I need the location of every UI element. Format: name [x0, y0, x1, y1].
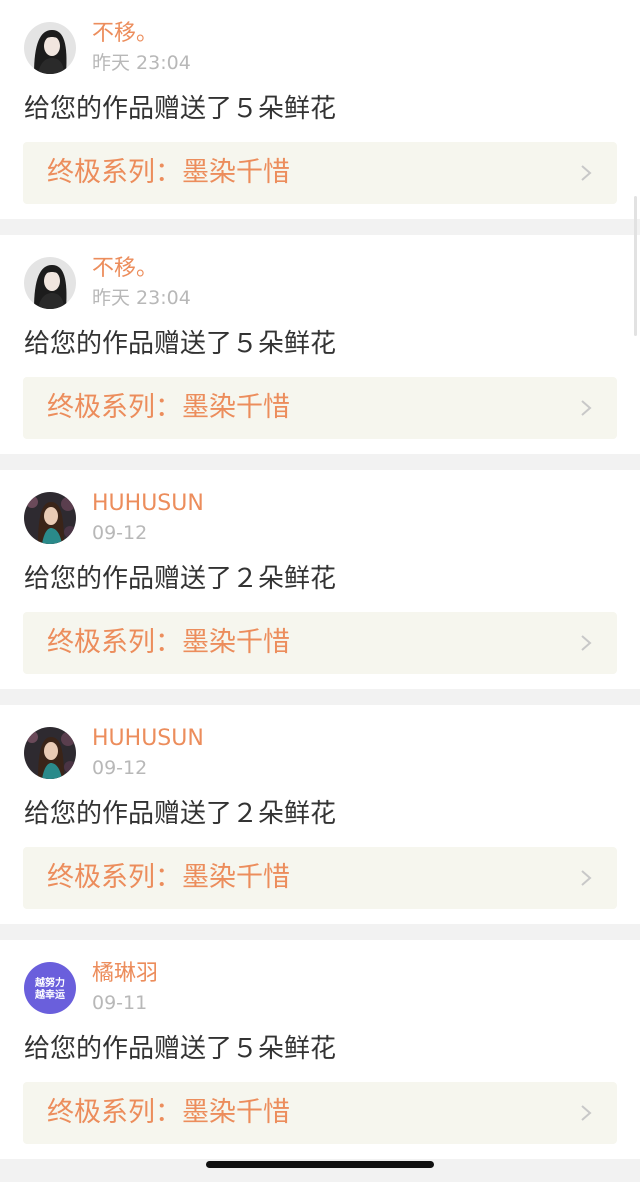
timestamp: 09-12 — [92, 522, 148, 544]
gift-message: 给您的作品赠送了５朵鲜花 — [24, 94, 337, 124]
work-link[interactable]: 终极系列：墨染千惜 — [23, 847, 617, 909]
svg-text:越幸运: 越幸运 — [34, 988, 65, 1001]
username[interactable]: HUHUSUN — [92, 725, 204, 753]
avatar[interactable] — [24, 727, 76, 779]
home-indicator[interactable] — [206, 1161, 434, 1168]
work-title: 终极系列：墨染千惜 — [47, 392, 290, 423]
work-link[interactable]: 终极系列：墨染千惜 — [23, 1082, 617, 1144]
work-title: 终极系列：墨染千惜 — [47, 1097, 290, 1128]
svg-text:越努力: 越努力 — [34, 976, 65, 989]
notification-card: 不移。 昨天 23:04 给您的作品赠送了５朵鲜花 终极系列：墨染千惜 — [0, 0, 640, 219]
notification-card: 越努力 越幸运 橘琳羽 09-11 给您的作品赠送了５朵鲜花 终极系列：墨染千惜 — [0, 940, 640, 1159]
gift-message: 给您的作品赠送了２朵鲜花 — [24, 799, 337, 829]
avatar[interactable]: 越努力 越幸运 — [24, 962, 76, 1014]
scrollbar[interactable] — [634, 196, 637, 336]
gift-message: 给您的作品赠送了５朵鲜花 — [24, 1034, 337, 1064]
work-title: 终极系列：墨染千惜 — [47, 627, 290, 658]
work-title: 终极系列：墨染千惜 — [47, 157, 290, 188]
work-link[interactable]: 终极系列：墨染千惜 — [23, 377, 617, 439]
gift-message: 给您的作品赠送了２朵鲜花 — [24, 564, 337, 594]
timestamp: 09-11 — [92, 992, 148, 1014]
work-title: 终极系列：墨染千惜 — [47, 862, 290, 893]
work-link[interactable]: 终极系列：墨染千惜 — [23, 142, 617, 204]
notification-card: HUHUSUN 09-12 给您的作品赠送了２朵鲜花 终极系列：墨染千惜 — [0, 705, 640, 924]
timestamp: 昨天 23:04 — [92, 52, 191, 74]
notification-card: 不移。 昨天 23:04 给您的作品赠送了５朵鲜花 终极系列：墨染千惜 — [0, 235, 640, 454]
chevron-right-icon — [581, 870, 592, 886]
notification-feed: 不移。 昨天 23:04 给您的作品赠送了５朵鲜花 终极系列：墨染千惜 不移。 … — [0, 0, 640, 1159]
username[interactable]: HUHUSUN — [92, 490, 204, 518]
avatar[interactable] — [24, 492, 76, 544]
chevron-right-icon — [581, 1105, 592, 1121]
avatar[interactable] — [24, 22, 76, 74]
gift-message: 给您的作品赠送了５朵鲜花 — [24, 329, 337, 359]
work-link[interactable]: 终极系列：墨染千惜 — [23, 612, 617, 674]
chevron-right-icon — [581, 400, 592, 416]
avatar[interactable] — [24, 257, 76, 309]
notification-card: HUHUSUN 09-12 给您的作品赠送了２朵鲜花 终极系列：墨染千惜 — [0, 470, 640, 689]
chevron-right-icon — [581, 635, 592, 651]
timestamp: 昨天 23:04 — [92, 287, 191, 309]
chevron-right-icon — [581, 165, 592, 181]
username[interactable]: 橘琳羽 — [92, 960, 158, 988]
timestamp: 09-12 — [92, 757, 148, 779]
username[interactable]: 不移。 — [92, 20, 158, 48]
username[interactable]: 不移。 — [92, 255, 158, 283]
